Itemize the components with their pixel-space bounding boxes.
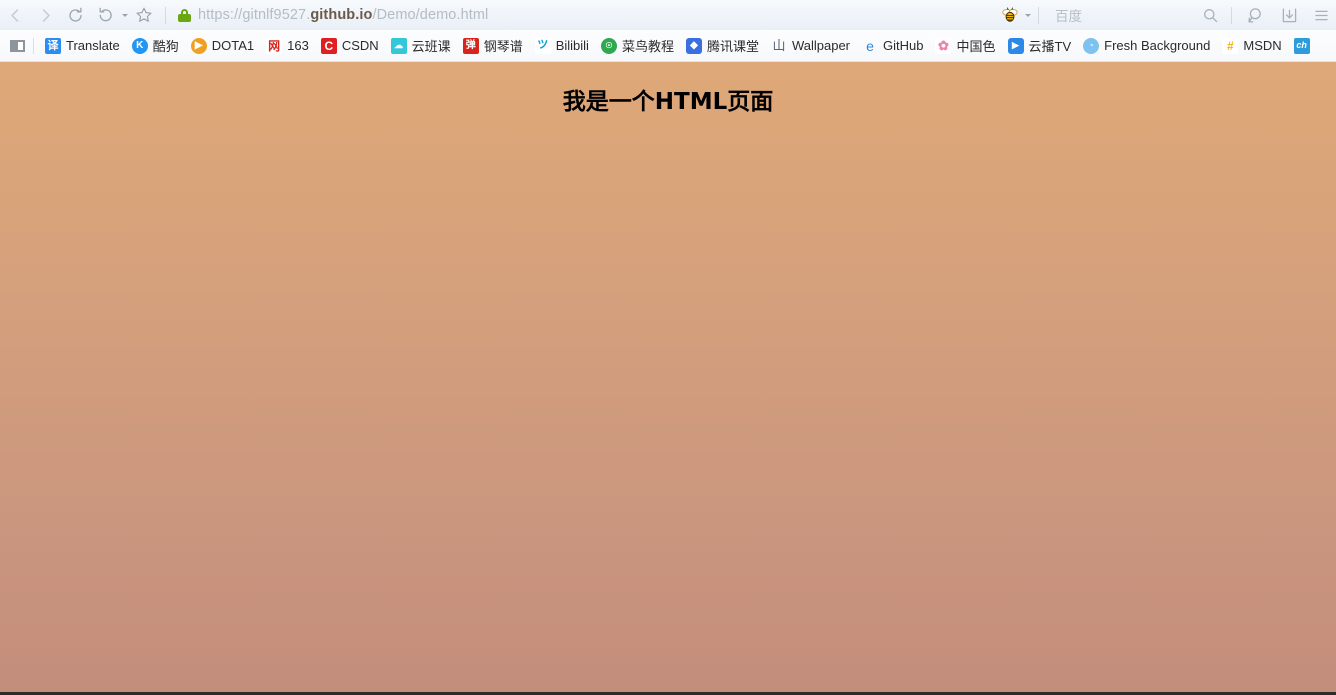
reload-icon[interactable]: [60, 1, 90, 29]
bookmark-item[interactable]: 弹钢琴谱: [457, 33, 529, 59]
yunbanke-icon: ☁: [390, 37, 407, 54]
wallpaper-icon: 山: [772, 38, 786, 53]
bookmark-item[interactable]: ▶ DOTA1: [185, 33, 260, 59]
browser-toolbar: https://gitnlf9527.github.io/Demo/demo.h…: [0, 0, 1336, 30]
url-path: /Demo/demo.html: [372, 7, 489, 23]
browser-window: https://gitnlf9527.github.io/Demo/demo.h…: [0, 0, 1336, 695]
dota-icon: ▶: [190, 37, 207, 54]
bookmark-item[interactable]: ◔ Fresh Background: [1077, 33, 1216, 59]
bookmark-item[interactable]: ▶ 云播TV: [1002, 33, 1078, 59]
download-icon[interactable]: [1272, 1, 1306, 29]
zhongguose-icon: ✿: [935, 37, 952, 54]
bookmark-label: 163: [287, 38, 309, 53]
forward-arrow-icon[interactable]: [30, 1, 60, 29]
bookmark-item[interactable]: e GitHub: [856, 33, 929, 59]
bookmark-label: 酷狗: [152, 39, 179, 54]
search-zone: 百度: [997, 1, 1195, 29]
bookmarks-bar: 译 Translate K 酷狗 ▶ DOTA1 网 163 C CSDN ☁ 云班课弹钢琴谱ツ Bil…: [0, 30, 1336, 62]
bilibili-icon: ツ: [534, 37, 551, 54]
bookmark-item[interactable]: 山 Wallpaper: [765, 33, 856, 59]
bookmark-item[interactable]: K 酷狗: [126, 33, 185, 59]
csdn-icon: C: [320, 37, 337, 54]
search-icon[interactable]: [1195, 1, 1225, 29]
kugou-icon: K: [131, 37, 148, 54]
address-bar-url: https://gitnlf9527.github.io/Demo/demo.h…: [198, 7, 488, 23]
page-viewport: 我是一个HTML页面: [0, 62, 1336, 695]
bookmark-item[interactable]: ch: [1288, 33, 1316, 59]
github-icon: e: [866, 37, 874, 54]
bookmark-label: GitHub: [883, 38, 924, 53]
history-dropdown-caret-icon[interactable]: [120, 1, 129, 29]
bookmark-label: Wallpaper: [791, 38, 851, 53]
back-arrow-icon[interactable]: [0, 1, 30, 29]
tools-divider: [1231, 6, 1232, 24]
history-back-icon[interactable]: [90, 1, 120, 29]
bookmark-item[interactable]: 译 Translate: [39, 33, 126, 59]
bookmark-item[interactable]: ☉ 菜鸟教程: [595, 33, 680, 59]
bookmark-label: 云班课: [411, 39, 451, 54]
bookmark-label: Bilibili: [555, 38, 589, 53]
tencent-ke-icon: ◆: [685, 37, 702, 54]
bookmark-label: 钢琴谱: [483, 39, 523, 54]
bookmark-label: MSDN: [1243, 38, 1282, 53]
ch-icon: ch: [1293, 37, 1310, 54]
search-input[interactable]: 百度: [1045, 5, 1195, 25]
bookmark-item[interactable]: ☁ 云班课: [385, 33, 457, 59]
bookmark-label: 腾讯课堂: [706, 39, 759, 54]
bookmark-label: CSDN: [341, 38, 379, 53]
bookmark-label: 云播TV: [1028, 39, 1072, 54]
bookmarks-divider: [33, 37, 34, 54]
bookmark-label: 中国色: [956, 39, 996, 54]
bookmark-item[interactable]: # MSDN: [1216, 33, 1287, 59]
yunbo-tv-icon: ▶: [1007, 37, 1024, 54]
bee-icon[interactable]: [997, 2, 1023, 28]
bookmark-item[interactable]: C CSDN: [315, 33, 385, 59]
bookmark-label: DOTA1: [211, 38, 255, 53]
sidebar-toggle-icon[interactable]: [7, 36, 27, 56]
fresh-bg-icon: ◔: [1083, 37, 1100, 54]
bookmark-label: Translate: [66, 38, 120, 53]
page-title: 我是一个HTML页面: [562, 89, 774, 115]
bookmark-star-icon[interactable]: [129, 1, 159, 29]
netease-icon: 网: [266, 37, 283, 54]
bookmark-item[interactable]: ◆ 腾讯课堂: [680, 33, 765, 59]
bookmark-item[interactable]: ✿ 中国色: [929, 33, 1001, 59]
bookmark-label: 菜鸟教程: [621, 39, 674, 54]
menu-icon[interactable]: [1306, 1, 1336, 29]
url-subdomain: gitnlf9527.: [242, 7, 311, 23]
url-domain: github.io: [310, 7, 373, 23]
translate-icon: 译: [45, 37, 61, 54]
gangqinpu-icon: 弹: [462, 37, 479, 54]
search-divider: [1038, 6, 1039, 24]
runoob-icon: ☉: [600, 37, 617, 54]
web-page-body: 我是一个HTML页面: [0, 62, 1336, 695]
msdn-icon: #: [1222, 37, 1239, 54]
address-bar[interactable]: https://gitnlf9527.github.io/Demo/demo.h…: [172, 1, 997, 29]
screenshot-icon[interactable]: [1238, 1, 1272, 29]
secure-lock-icon: [178, 8, 191, 22]
bookmark-label: Fresh Background: [1104, 38, 1211, 53]
bookmark-item[interactable]: ツ Bilibili: [529, 33, 595, 59]
search-engine-dropdown-caret-icon[interactable]: [1023, 1, 1032, 29]
bookmark-item[interactable]: 网 163: [260, 33, 315, 59]
url-scheme: https://: [198, 7, 243, 23]
toolbar-divider: [165, 6, 166, 24]
